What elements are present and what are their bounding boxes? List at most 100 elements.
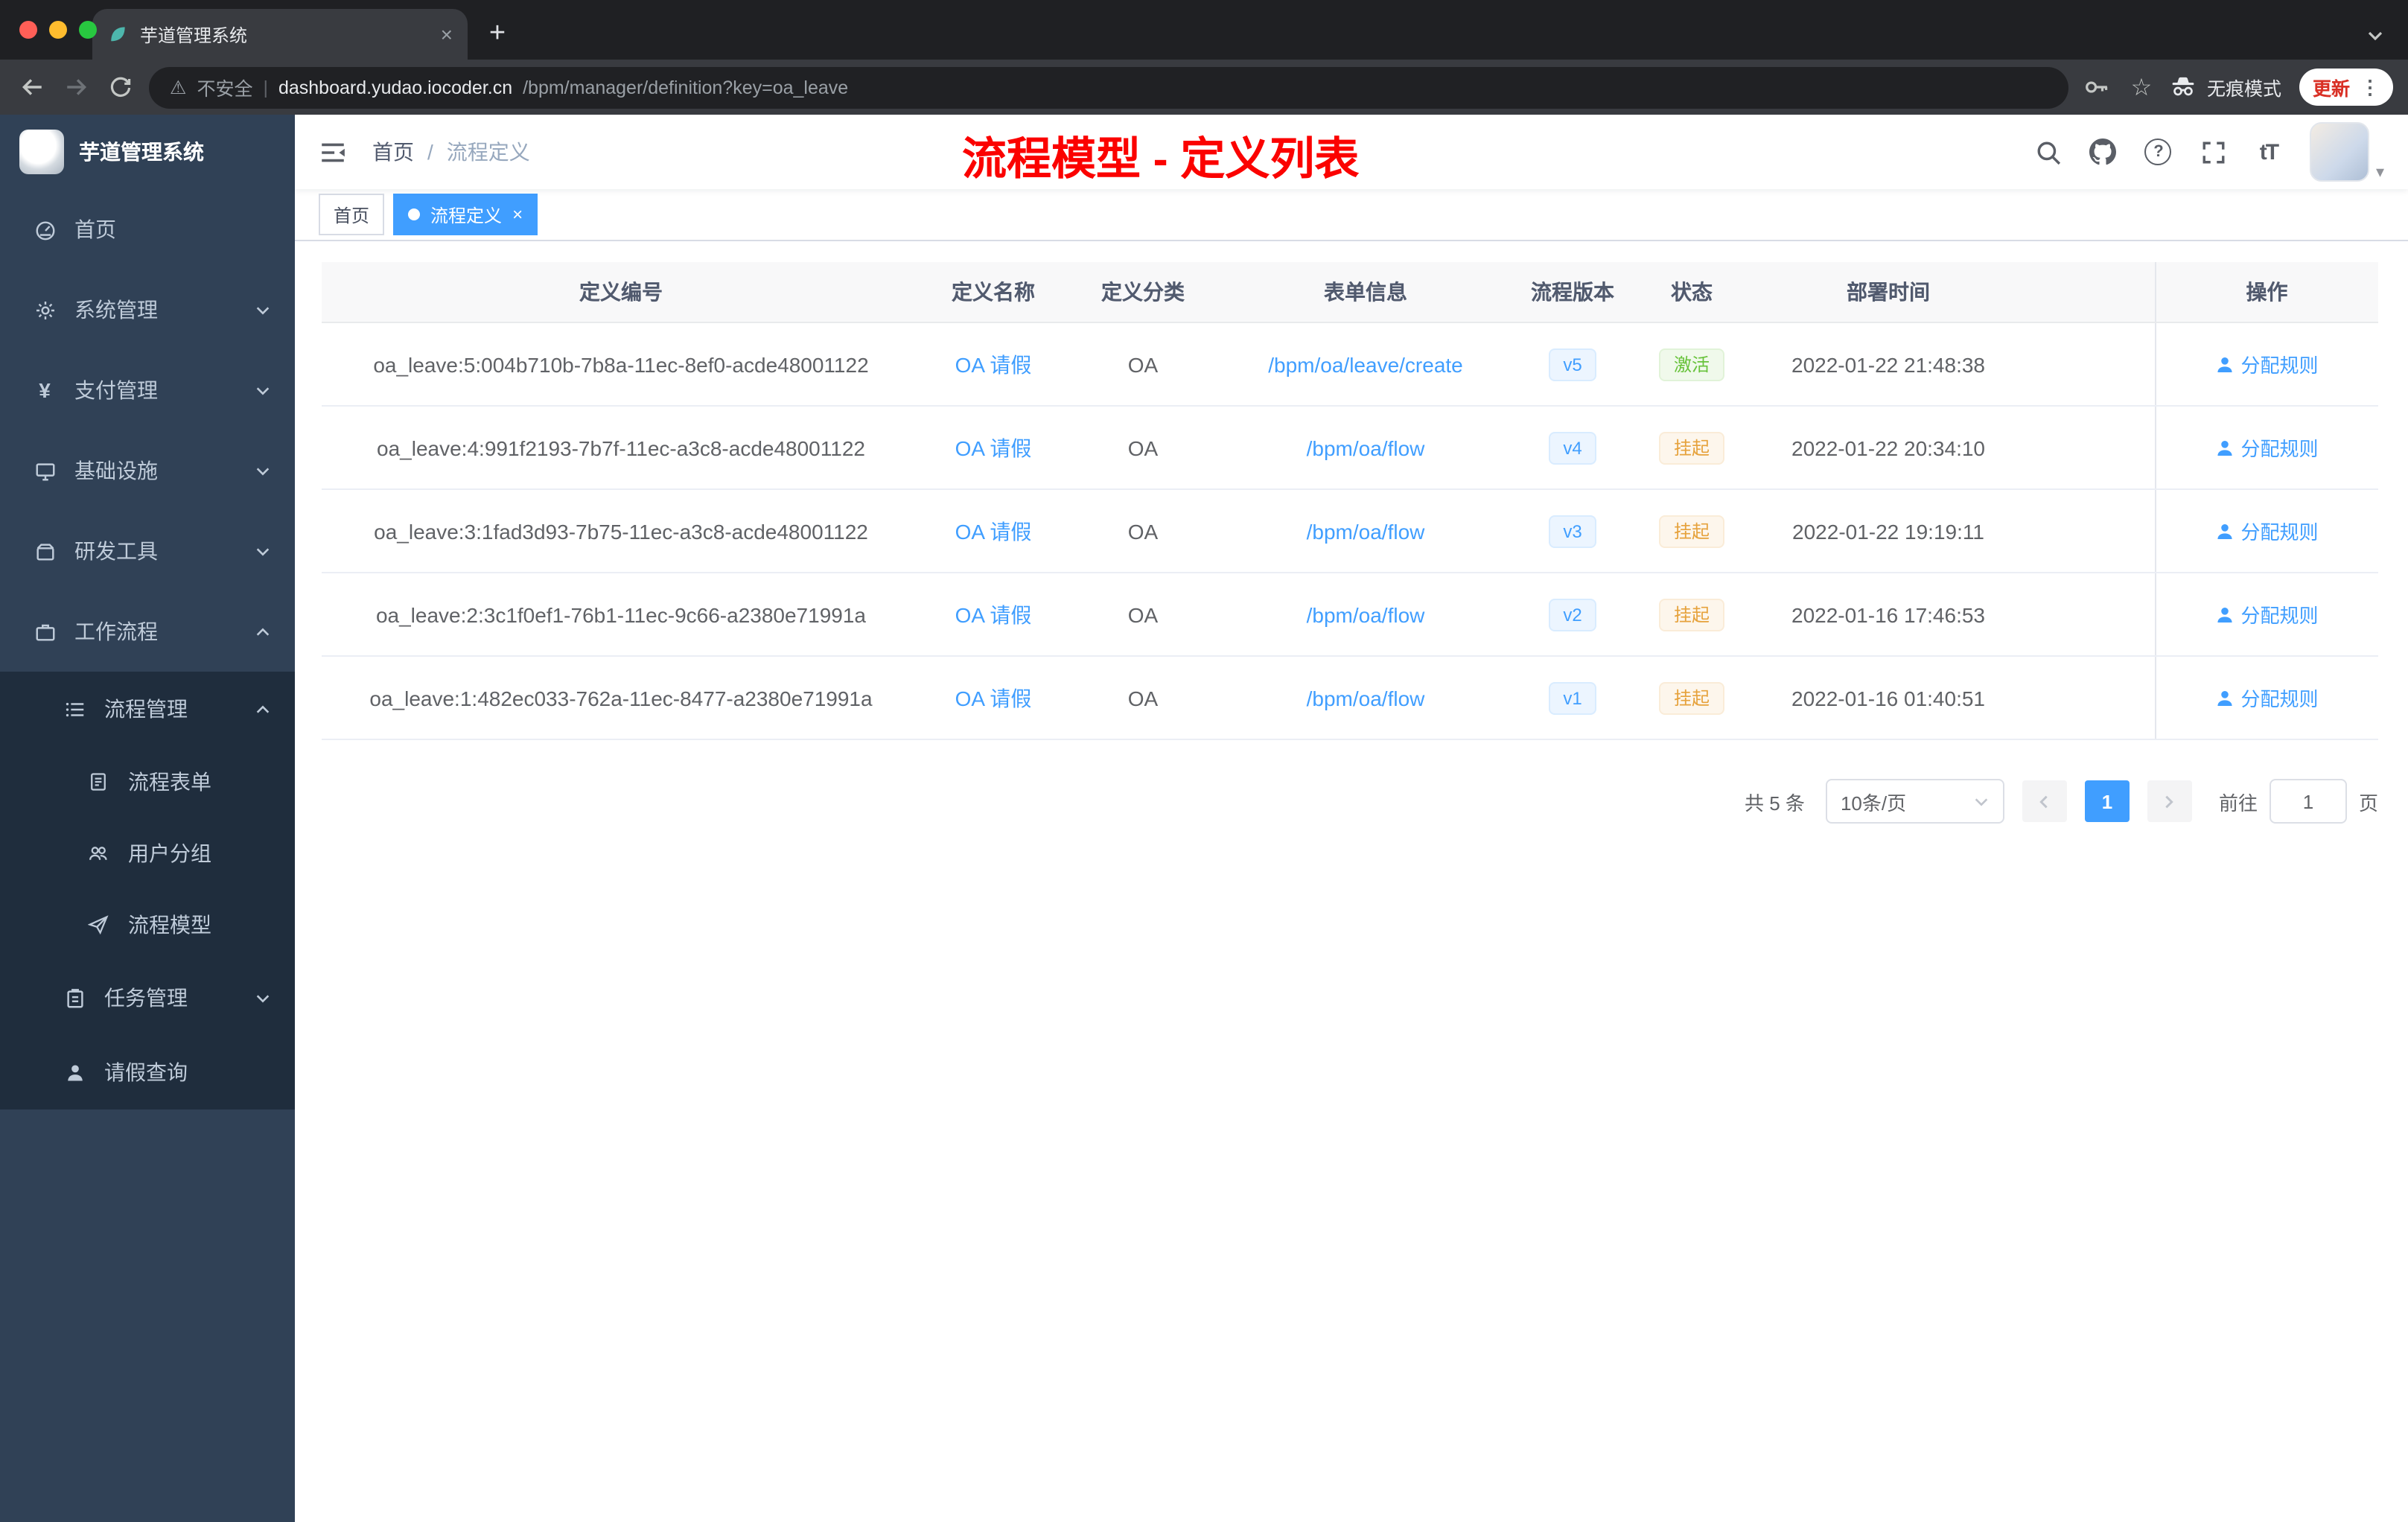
password-key-icon[interactable] — [2080, 71, 2113, 104]
minimize-window-button[interactable] — [49, 21, 67, 39]
status-badge: 挂起 — [1658, 515, 1724, 547]
browser-tab[interactable]: 芋道管理系统 × — [92, 9, 468, 60]
close-window-button[interactable] — [19, 21, 37, 39]
browser-update-button[interactable]: 更新 ⋮ — [2299, 69, 2393, 106]
sidebar-item-user-groups[interactable]: 用户分组 — [0, 818, 295, 889]
browser-menu-icon[interactable]: ⋮ — [2360, 75, 2380, 99]
back-icon[interactable] — [15, 71, 48, 104]
status-badge: 挂起 — [1658, 431, 1724, 464]
tag-close-icon[interactable]: × — [512, 206, 523, 223]
cell-deploy-time: 2022-01-22 21:48:38 — [1750, 322, 2027, 407]
sidebar-item-label: 流程表单 — [128, 770, 211, 794]
url-bar[interactable]: ⚠ 不安全 | dashboard.yudao.iocoder.cn/bpm/m… — [149, 66, 2068, 108]
cell-deploy-time: 2022-01-22 19:19:11 — [1750, 489, 2027, 573]
question-mark: ? — [2144, 138, 2172, 165]
status-badge: 挂起 — [1658, 598, 1724, 631]
sidebar-item-workflow[interactable]: 工作流程 — [0, 591, 295, 672]
prev-page-button[interactable] — [2022, 780, 2067, 822]
search-icon[interactable] — [2035, 138, 2062, 165]
assign-rule-link[interactable]: 分配规则 — [2215, 433, 2319, 462]
col-definition-id: 定义编号 — [322, 262, 920, 323]
form-info-link[interactable]: /bpm/oa/leave/create — [1268, 352, 1463, 376]
sidebar-item-process-management[interactable]: 流程管理 — [0, 672, 295, 746]
assign-rule-link[interactable]: 分配规则 — [2215, 684, 2319, 712]
assign-rule-label: 分配规则 — [2240, 605, 2319, 627]
browser-tabstrip: 芋道管理系统 × + — [0, 0, 2408, 60]
github-icon[interactable] — [2089, 138, 2117, 165]
cell-category: OA — [1066, 656, 1220, 740]
forward-icon[interactable] — [60, 71, 92, 104]
update-label: 更新 — [2312, 79, 2350, 100]
users-icon — [86, 843, 110, 864]
font-size-icon[interactable]: tT — [2255, 138, 2282, 165]
logo-avatar — [19, 130, 64, 174]
form-info-link[interactable]: /bpm/oa/flow — [1307, 602, 1425, 626]
bookmark-star-icon[interactable]: ☆ — [2125, 71, 2158, 104]
form-info-link[interactable]: /bpm/oa/flow — [1307, 436, 1425, 459]
goto-page-input[interactable] — [2269, 779, 2347, 824]
sidebar-item-process-model[interactable]: 流程模型 — [0, 889, 295, 961]
admin-app: 芋道管理系统 首页 系统管理 ¥ 支付管理 基础设施 研发工具 工作流程 流程管… — [0, 115, 2408, 1522]
sidebar-logo[interactable]: 芋道管理系统 — [0, 115, 295, 189]
col-definition-category: 定义分类 — [1066, 262, 1220, 323]
zoom-window-button[interactable] — [79, 21, 97, 39]
sidebar-item-label: 流程模型 — [128, 913, 211, 937]
assign-rule-link[interactable]: 分配规则 — [2215, 517, 2319, 545]
sidebar-item-task-management[interactable]: 任务管理 — [0, 961, 295, 1035]
sidebar-item-payment[interactable]: ¥ 支付管理 — [0, 350, 295, 430]
page-number-button[interactable]: 1 — [2084, 780, 2130, 822]
next-page-button[interactable] — [2147, 780, 2192, 822]
sidebar-item-process-form[interactable]: 流程表单 — [0, 746, 295, 818]
definition-name-link[interactable]: OA 请假 — [955, 602, 1032, 626]
breadcrumb-separator: / — [427, 140, 433, 164]
incognito-icon — [2170, 74, 2197, 101]
breadcrumb-home[interactable]: 首页 — [372, 137, 414, 167]
tag-home[interactable]: 首页 — [319, 194, 385, 235]
list-icon — [63, 698, 86, 720]
tag-label: 首页 — [334, 205, 370, 226]
sidebar-fold-icon[interactable] — [319, 137, 348, 167]
fullscreen-icon[interactable] — [2200, 138, 2227, 165]
col-status: 状态 — [1634, 262, 1750, 323]
form-info-link[interactable]: /bpm/oa/flow — [1307, 519, 1425, 543]
avatar[interactable] — [2310, 122, 2370, 182]
sidebar-item-system[interactable]: 系统管理 — [0, 270, 295, 350]
col-definition-name: 定义名称 — [920, 262, 1066, 323]
sidebar-item-infrastructure[interactable]: 基础设施 — [0, 430, 295, 511]
definition-name-link[interactable]: OA 请假 — [955, 352, 1032, 376]
security-label[interactable]: 不安全 — [197, 73, 252, 101]
cell-definition-id: oa_leave:5:004b710b-7b8a-11ec-8ef0-acde4… — [322, 322, 920, 407]
content-area: 定义编号 定义名称 定义分类 表单信息 流程版本 状态 部署时间 操作 oa_l… — [295, 241, 2408, 1522]
sidebar-item-label: 工作流程 — [74, 620, 158, 643]
tag-process-definition[interactable]: 流程定义 × — [393, 194, 538, 235]
sidebar-item-home[interactable]: 首页 — [0, 189, 295, 270]
yen-icon: ¥ — [39, 378, 51, 402]
dashboard-icon — [33, 218, 57, 241]
version-badge: v4 — [1548, 431, 1597, 464]
sidebar-item-label: 研发工具 — [74, 539, 158, 563]
url-path: /bpm/manager/definition?key=oa_leave — [523, 77, 849, 98]
user-menu[interactable]: ▾ — [2310, 122, 2384, 182]
form-info-link[interactable]: /bpm/oa/flow — [1307, 686, 1425, 710]
tab-close-icon[interactable]: × — [441, 22, 453, 46]
sidebar-item-devtools[interactable]: 研发工具 — [0, 511, 295, 591]
reload-icon[interactable] — [104, 71, 137, 104]
sidebar-item-leave-query[interactable]: 请假查询 — [0, 1035, 295, 1109]
definition-name-link[interactable]: OA 请假 — [955, 436, 1032, 459]
sidebar-item-label: 首页 — [74, 217, 116, 241]
definition-name-link[interactable]: OA 请假 — [955, 686, 1032, 710]
paper-plane-icon — [86, 914, 110, 935]
page-size-select[interactable]: 10条/页 — [1825, 779, 2004, 824]
tag-label: 流程定义 — [430, 205, 503, 226]
assign-rule-link[interactable]: 分配规则 — [2215, 350, 2319, 378]
table-row: oa_leave:1:482ec033-762a-11ec-8477-a2380… — [322, 656, 2378, 740]
clipboard-icon — [63, 987, 86, 1009]
tab-search-chevron-icon[interactable] — [2366, 27, 2384, 45]
assign-rule-link[interactable]: 分配规则 — [2215, 600, 2319, 628]
cell-spacer — [2027, 656, 2155, 740]
col-deploy-time: 部署时间 — [1750, 262, 2027, 323]
help-icon[interactable]: ? — [2144, 138, 2172, 165]
definition-name-link[interactable]: OA 请假 — [955, 519, 1032, 543]
url-divider: | — [263, 77, 268, 98]
new-tab-button[interactable]: + — [477, 13, 518, 55]
